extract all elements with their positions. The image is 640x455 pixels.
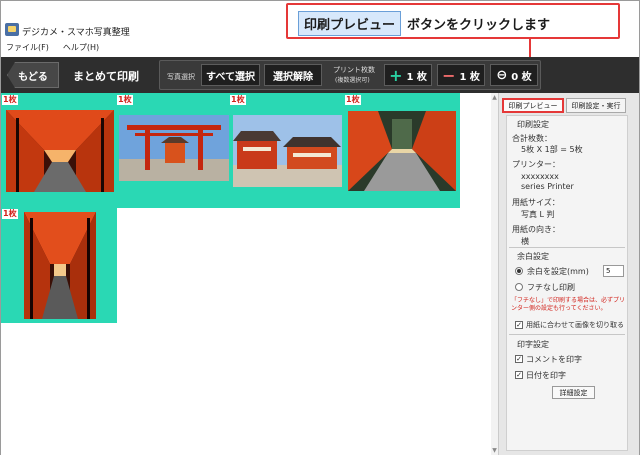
photo-thumbnail[interactable]: 1枚: [1, 208, 117, 323]
borderless-label: フチなし印刷: [527, 283, 575, 292]
photo-thumbnail[interactable]: 1枚: [345, 93, 460, 208]
copies-badge: 1枚: [117, 95, 133, 105]
plus-icon: +: [389, 65, 403, 85]
settings-panel: 印刷設定 合計枚数： 5枚 X 1部 = 5枚 プリンター： xxxxxxxx …: [506, 115, 628, 451]
photo-image: [233, 115, 342, 187]
zero-copies-button[interactable]: ⊖ 0 枚: [490, 64, 538, 86]
borderless-radio[interactable]: [515, 283, 523, 291]
photo-select-label: 写真選択: [167, 73, 195, 81]
scroll-down-icon[interactable]: ▼: [491, 447, 498, 454]
plus-one-label: 1 枚: [406, 71, 427, 83]
details-button[interactable]: 詳細設定: [552, 386, 595, 399]
print-comment-checkbox[interactable]: ✓: [515, 355, 523, 363]
page-title: まとめて印刷: [73, 70, 139, 83]
app-icon: [5, 23, 19, 36]
margin-heading: 余白設定: [517, 252, 549, 261]
photo-image: [119, 115, 229, 181]
print-date-checkbox[interactable]: ✓: [515, 371, 523, 379]
back-button[interactable]: もどる: [7, 62, 59, 88]
photo-thumbnail[interactable]: 1枚: [230, 93, 345, 208]
orientation-value: 横: [521, 237, 529, 246]
photo-thumbnail[interactable]: 1枚: [1, 93, 117, 208]
zero-circle-icon: ⊖: [496, 67, 508, 83]
minus-one-label: 1 枚: [459, 71, 480, 83]
print-count-sub: (複数選択可): [335, 77, 370, 84]
photo-image: [6, 110, 114, 192]
plus-one-button[interactable]: + 1 枚: [384, 64, 432, 86]
print-comment-label: コメントを印字: [526, 355, 582, 364]
zero-copies-label: 0 枚: [511, 71, 532, 83]
content-scrollbar[interactable]: ▲ ▼: [491, 93, 498, 455]
print-count-label: プリント枚数: [333, 66, 375, 74]
callout-button-label: 印刷プレビュー: [298, 10, 402, 36]
toolbar: もどる まとめて印刷 写真選択 すべて選択 選択解除 プリント枚数 (複数選択可…: [1, 57, 639, 93]
fit-crop-checkbox[interactable]: ✓: [515, 321, 523, 329]
total-value: 5枚 X 1部 = 5枚: [521, 145, 583, 154]
instruction-callout: 印刷プレビュー ボタンをクリックします: [286, 3, 620, 39]
print-settings-tab[interactable]: 印刷設定・実行: [566, 98, 626, 113]
side-panel: 印刷プレビュー 印刷設定・実行 印刷設定 合計枚数： 5枚 X 1部 = 5枚 …: [498, 93, 639, 455]
select-all-button[interactable]: すべて選択: [201, 64, 260, 86]
print-text-heading: 印字設定: [517, 340, 549, 349]
copies-badge: 1枚: [2, 95, 18, 105]
photo-image: [348, 111, 456, 191]
copies-badge: 1枚: [230, 95, 246, 105]
print-date-label: 日付を印字: [526, 371, 566, 380]
printer-value-1: xxxxxxxx: [521, 172, 559, 181]
print-preview-button[interactable]: 印刷プレビュー: [502, 98, 564, 113]
copies-badge: 1枚: [2, 209, 18, 219]
thumbnail-area: 1枚 1枚 1枚 1枚 1枚: [1, 93, 491, 455]
photo-thumbnail[interactable]: 1枚: [117, 93, 230, 208]
divider: [509, 247, 625, 248]
app-window: デジカメ・スマホ写真整理 印刷プレビュー ボタンをクリックします ファイル(F)…: [0, 0, 640, 455]
total-label: 合計枚数：: [512, 134, 552, 143]
orientation-label: 用紙の向き：: [512, 225, 560, 234]
printer-label: プリンター：: [512, 160, 560, 169]
minus-icon: −: [442, 65, 456, 85]
margin-value-stepper[interactable]: 5: [603, 265, 624, 277]
print-settings-heading: 印刷設定: [517, 120, 549, 129]
callout-text: ボタンをクリックします: [407, 17, 551, 33]
toolbar-group: 写真選択 すべて選択 選択解除 プリント枚数 (複数選択可) + 1 枚 − 1…: [159, 60, 541, 90]
fit-crop-label: 用紙に合わせて画像を切り取る: [526, 321, 624, 329]
copies-badge: 1枚: [345, 95, 361, 105]
printer-value-2: series Printer: [521, 182, 574, 191]
menu-file[interactable]: ファイル(F): [6, 42, 49, 56]
divider: [509, 334, 625, 335]
window-title: デジカメ・スマホ写真整理: [22, 28, 130, 38]
deselect-button[interactable]: 選択解除: [264, 64, 322, 86]
margin-set-label: 余白を設定(mm): [527, 267, 589, 276]
scroll-up-icon[interactable]: ▲: [491, 94, 498, 101]
menu-bar: ファイル(F) ヘルプ(H): [1, 42, 639, 56]
menu-help[interactable]: ヘルプ(H): [63, 42, 99, 56]
margin-set-radio[interactable]: [515, 267, 523, 275]
borderless-warning: 「フチなし」で印刷する場合は、必ずプリンター側の設定も行ってください。: [511, 297, 626, 312]
paper-size-label: 用紙サイズ：: [512, 198, 560, 207]
paper-size-value: 写真 L 判: [521, 210, 555, 219]
photo-image: [24, 212, 96, 319]
minus-one-button[interactable]: − 1 枚: [437, 64, 485, 86]
